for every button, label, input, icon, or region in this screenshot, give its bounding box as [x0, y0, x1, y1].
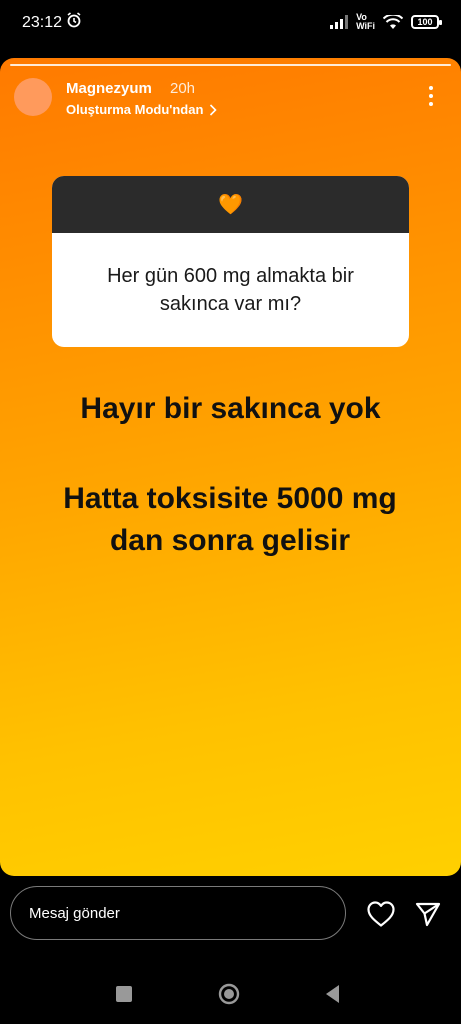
heart-icon[interactable]: [366, 900, 396, 928]
more-options-button[interactable]: [428, 86, 434, 106]
story-source-link[interactable]: Oluşturma Modu'ndan: [66, 102, 218, 117]
message-placeholder: Mesaj gönder: [29, 904, 120, 922]
status-bar: 23:12 Vo WiFi 100: [0, 0, 461, 52]
story-time-ago: 20h: [170, 80, 196, 97]
story-card[interactable]: Magnezyum 20h Oluşturma Modu'ndan 🧡 Her …: [0, 58, 461, 876]
battery-icon: 100: [411, 15, 442, 29]
status-time: 23:12: [22, 14, 63, 31]
question-text: Her gün 600 mg almakta bir sakınca var m…: [107, 265, 354, 315]
recents-button[interactable]: [116, 986, 132, 1002]
status-icons: Vo WiFi 100: [330, 12, 442, 31]
signal-icon: [330, 15, 349, 29]
story-source-label: Oluşturma Modu'ndan: [66, 102, 204, 117]
answer-text-line2: Hatta toksisite 5000 mg dan sonra gelisi…: [63, 482, 397, 557]
heart-emoji-icon: 🧡: [218, 194, 243, 216]
send-icon[interactable]: [414, 900, 442, 928]
chevron-right-icon: [210, 103, 218, 116]
question-header: 🧡: [52, 176, 409, 233]
message-input[interactable]: Mesaj gönder: [10, 886, 346, 940]
story-username[interactable]: Magnezyum: [66, 80, 152, 97]
story-progress-bar: [10, 64, 451, 66]
vowifi-label: Vo WiFi: [356, 12, 375, 31]
home-button[interactable]: [218, 983, 240, 1005]
avatar[interactable]: [14, 78, 52, 116]
answer-text-line1: Hayır bir sakınca yok: [80, 392, 381, 425]
battery-level: 100: [417, 17, 433, 27]
alarm-icon: [66, 12, 82, 33]
wifi-icon: [383, 14, 403, 29]
question-sticker: 🧡 Her gün 600 mg almakta bir sakınca var…: [52, 176, 409, 347]
back-button[interactable]: [324, 984, 340, 1004]
